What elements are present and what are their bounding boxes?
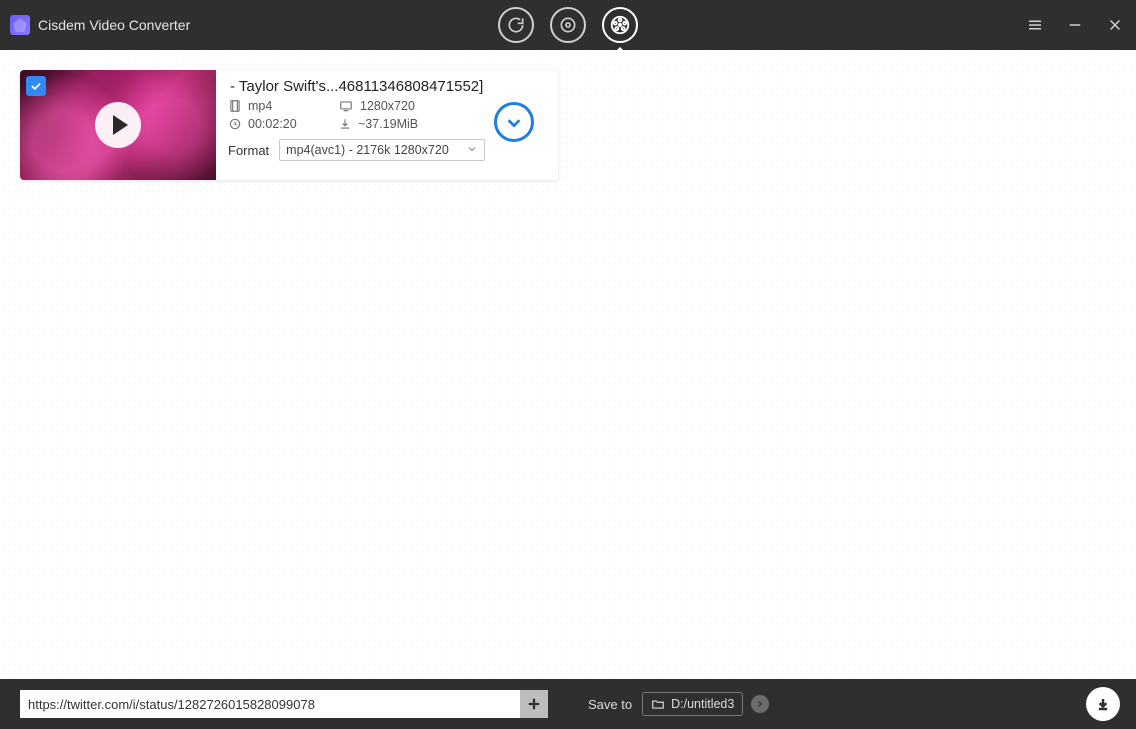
item-info: - Taylor Swift's...46811346808471552] mp… (216, 70, 558, 180)
play-button[interactable] (95, 102, 141, 148)
save-path-chip[interactable]: D:/untitled3 (642, 692, 743, 716)
convert-mode-button[interactable] (498, 7, 534, 43)
download-size-icon (338, 117, 352, 131)
rip-mode-button[interactable] (550, 7, 586, 43)
app-logo-icon (10, 15, 30, 35)
content-area: - Taylor Swift's...46811346808471552] mp… (0, 50, 1136, 679)
close-button[interactable] (1102, 12, 1128, 38)
open-folder-button[interactable] (751, 695, 769, 713)
plus-icon (525, 695, 543, 713)
check-icon (29, 79, 43, 93)
hamburger-icon (1026, 16, 1044, 34)
disc-icon (558, 15, 578, 35)
folder-icon (651, 697, 665, 711)
download-item-card: - Taylor Swift's...46811346808471552] mp… (20, 70, 558, 180)
format-label: Format (228, 143, 269, 158)
window-controls (1022, 0, 1128, 50)
duration-value: 00:02:20 (248, 117, 297, 131)
save-path-value: D:/untitled3 (671, 697, 734, 711)
video-thumbnail[interactable] (20, 70, 216, 180)
download-icon (1093, 694, 1113, 714)
format-select[interactable]: mp4(avc1) - 2176k 1280x720 (279, 139, 485, 161)
mode-switch-group (498, 0, 638, 50)
add-url-button[interactable] (520, 690, 548, 718)
film-reel-icon (609, 14, 631, 36)
size-value: ~37.19MiB (358, 117, 418, 131)
clock-icon (228, 117, 242, 131)
format-row: Format mp4(avc1) - 2176k 1280x720 (228, 139, 548, 161)
minimize-icon (1066, 16, 1084, 34)
app-title: Cisdem Video Converter (38, 17, 190, 33)
arrow-right-icon (755, 699, 765, 709)
duration-cell: 00:02:20 (228, 117, 338, 131)
save-to-label: Save to (588, 697, 632, 712)
bottombar: Save to D:/untitled3 (0, 679, 1136, 729)
size-cell: ~37.19MiB (338, 117, 478, 131)
file-video-icon (228, 99, 242, 113)
resolution-value: 1280x720 (360, 99, 415, 113)
start-download-button[interactable] (1086, 687, 1120, 721)
container-value: mp4 (248, 99, 272, 113)
monitor-icon (338, 99, 354, 113)
item-title: - Taylor Swift's...46811346808471552] (230, 78, 548, 95)
menu-button[interactable] (1022, 12, 1048, 38)
minimize-button[interactable] (1062, 12, 1088, 38)
select-item-checkbox[interactable] (26, 76, 46, 96)
download-mode-button[interactable] (602, 7, 638, 43)
close-icon (1106, 16, 1124, 34)
container-cell: mp4 (228, 99, 338, 113)
resolution-cell: 1280x720 (338, 99, 478, 113)
chevron-down-icon (466, 143, 478, 158)
chevron-down-icon (503, 111, 525, 133)
refresh-icon (506, 15, 526, 35)
status-ready-badge (494, 102, 534, 142)
format-select-value: mp4(avc1) - 2176k 1280x720 (286, 143, 449, 157)
url-input[interactable] (20, 690, 520, 718)
titlebar: Cisdem Video Converter (0, 0, 1136, 50)
